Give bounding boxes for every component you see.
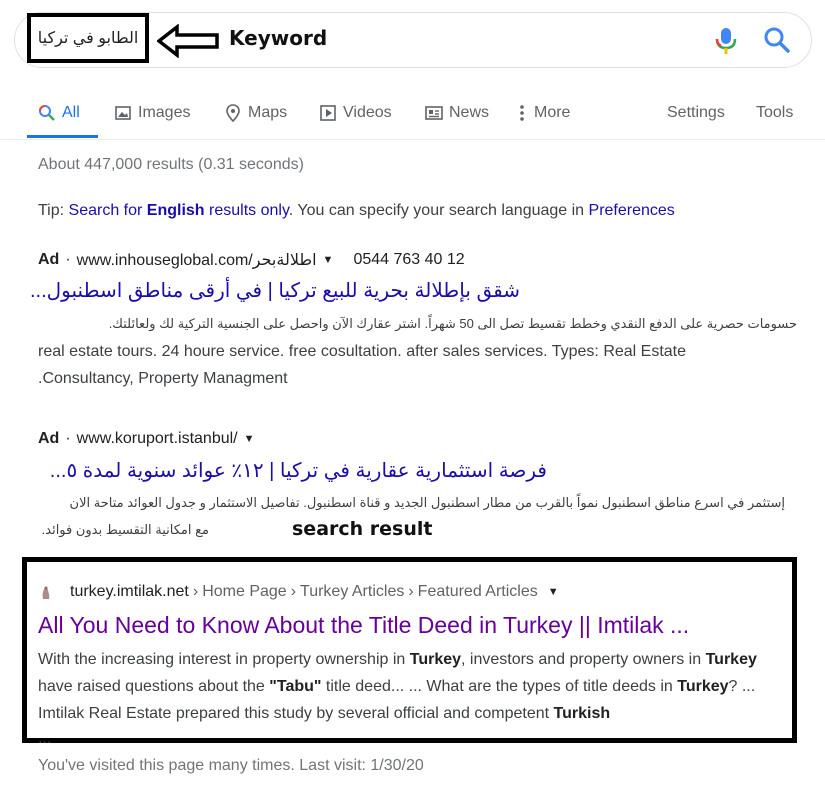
ad-url[interactable]: www.inhouseglobal.com/اطلالةبحر: [77, 250, 317, 270]
result-site: turkey.imtilak.net: [70, 583, 189, 600]
breadcrumb-item: Home Page: [202, 583, 287, 600]
caret-down-icon[interactable]: ▼: [244, 433, 255, 445]
active-tab-indicator: [27, 135, 98, 138]
image-icon: [115, 106, 131, 120]
breadcrumb-item: Turkey Articles: [300, 583, 405, 600]
tab-news-label: News: [449, 104, 490, 121]
ad-title[interactable]: فرصة استثمارية عقارية في تركيا | ١٢٪ عوا…: [50, 458, 547, 483]
tab-more[interactable]: More: [518, 101, 570, 125]
snippet-text: have raised questions about the: [38, 678, 270, 695]
result-title[interactable]: All You Need to Know About the Title Dee…: [38, 612, 689, 639]
tab-images-label: Images: [138, 104, 191, 121]
ad-title[interactable]: شقق بإطلالة بحرية للبيع تركيا | في أرقى …: [30, 278, 520, 303]
tip-middle: . You can specify your search language i…: [288, 202, 589, 219]
ad-description-arabic: مع امكانية التقسيط بدون فوائد.: [41, 522, 209, 537]
snippet-bold: Turkish: [553, 705, 611, 722]
ad-url-line: Ad · www.inhouseglobal.com/اطلالةبحر ▼ 0…: [38, 250, 465, 270]
result-breadcrumb[interactable]: turkey.imtilak.net › Home Page › Turkey …: [70, 583, 559, 601]
tip-link-post: results only: [204, 202, 289, 219]
ad-description-english: real estate tours. 24 houre service. fre…: [38, 338, 798, 392]
snippet-text: With the increasing interest in property…: [38, 651, 410, 668]
caret-down-icon[interactable]: ▼: [323, 254, 334, 266]
microphone-icon[interactable]: [713, 26, 739, 56]
tools-link[interactable]: Tools: [756, 101, 793, 125]
breadcrumb-item: Featured Articles: [417, 583, 538, 600]
search-input[interactable]: الطابو في تركيا: [27, 13, 149, 63]
snippet-text: , investors and property owners in: [461, 651, 706, 668]
snippet-bold: Turkey: [409, 651, 462, 668]
map-pin-icon: [226, 104, 240, 122]
ad-description-line: real estate tours. 24 houre service. fre…: [38, 343, 687, 360]
more-vert-icon: [520, 105, 524, 121]
search-icon: [39, 105, 55, 121]
ad-phone[interactable]: 0544 763 40 12: [353, 251, 464, 269]
language-tip: Tip: Search for English results only. Yo…: [38, 202, 675, 220]
tab-all-label: All: [62, 104, 80, 121]
ad-description-arabic: إستثمر في اسرع مناطق اسطنبول نمواً بالقر…: [69, 495, 785, 510]
breadcrumb-separator: ›: [192, 583, 199, 600]
separator-dot: ·: [65, 251, 71, 268]
tab-maps-label: Maps: [248, 104, 288, 121]
snippet-bold: Turkey: [705, 651, 757, 668]
snippet-bold: "Tabu": [269, 678, 322, 695]
site-favicon-icon: [42, 586, 50, 599]
caret-down-icon[interactable]: ▼: [548, 586, 559, 598]
separator-dot: ·: [65, 430, 71, 447]
search-result-annotation: search result: [292, 518, 433, 540]
ad-description-line: .Consultancy, Property Managment: [38, 370, 288, 387]
tab-news[interactable]: News: [425, 101, 489, 125]
query-text: الطابو في تركيا: [37, 30, 139, 47]
tab-videos-label: Videos: [343, 104, 392, 121]
tab-more-label: More: [534, 104, 571, 121]
visited-note: You've visited this page many times. Las…: [38, 757, 424, 774]
search-icon[interactable]: [763, 26, 791, 54]
preferences-link[interactable]: Preferences: [589, 202, 675, 219]
tab-images[interactable]: Images: [114, 101, 190, 125]
snippet-text: title deed... ... What are the types of …: [321, 678, 678, 695]
tab-maps[interactable]: Maps: [224, 101, 287, 125]
tip-prefix: Tip:: [38, 202, 69, 219]
ad-badge: Ad: [38, 251, 60, 268]
video-icon: [320, 105, 336, 121]
english-results-link[interactable]: Search for English results only: [69, 202, 289, 219]
breadcrumb-separator: ›: [408, 583, 414, 600]
snippet-bold: Turkey: [677, 678, 729, 695]
ad-description-arabic: حسومات حصرية على الدفع النقدي وخطط تقسيط…: [108, 316, 797, 331]
keyword-annotation: Keyword: [229, 26, 328, 50]
ad-url-line: Ad · www.koruport.istanbul/ ▼: [38, 430, 255, 448]
tab-videos[interactable]: Videos: [319, 101, 392, 125]
tip-link-pre: Search for: [68, 202, 147, 219]
breadcrumb-separator: ›: [290, 583, 297, 600]
result-snippet: With the increasing interest in property…: [38, 646, 783, 727]
tab-all[interactable]: All: [38, 101, 80, 125]
ad-url[interactable]: www.koruport.istanbul/: [77, 430, 238, 448]
news-icon: [425, 106, 443, 120]
arrow-left-icon: [157, 24, 219, 58]
tip-link-bold: English: [146, 202, 205, 219]
settings-link[interactable]: Settings: [667, 101, 725, 125]
result-stats: About 447,000 results (0.31 seconds): [38, 156, 304, 173]
ad-badge: Ad: [38, 430, 60, 447]
divider: [0, 139, 825, 140]
snippet-ellipsis: ...: [38, 730, 52, 747]
